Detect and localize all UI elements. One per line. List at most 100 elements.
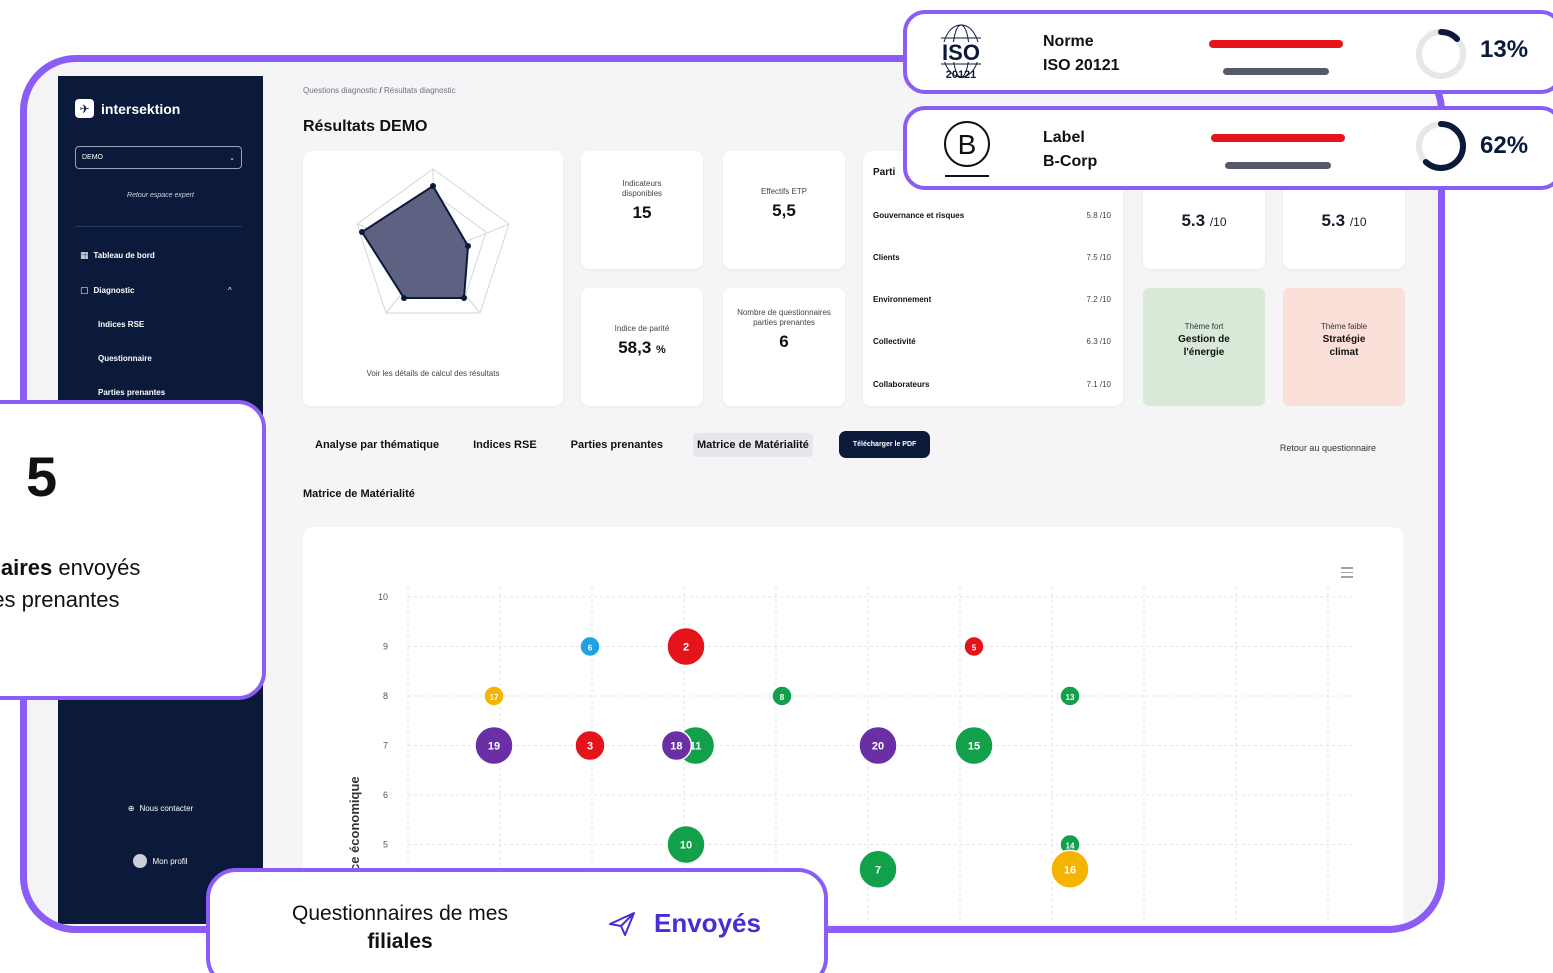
y-tick-label: 8	[383, 691, 388, 701]
certification-label: Norme ISO 20121	[1043, 30, 1120, 78]
materiality-matrix-card: 5 6 7 8 9 10 6 2 5 17 8 13 19 3 11 18 20 15 10 14 7 16 ce éc…	[303, 527, 1403, 924]
diagnostic-icon: ▢	[80, 285, 89, 295]
matrix-point[interactable]: 7	[858, 849, 898, 889]
contact-label: Nous contacter	[139, 804, 194, 813]
matrix-point[interactable]: 20	[858, 725, 898, 766]
breadcrumb-current: Résultats diagnostic	[383, 86, 456, 95]
point-label: 5	[972, 644, 977, 653]
brand-logo[interactable]: ✈ intersektion	[75, 99, 180, 118]
iso-logo-sub: 20121	[946, 69, 977, 81]
menu-icon[interactable]	[1341, 567, 1353, 581]
radar-shape	[360, 184, 470, 299]
tab-indices[interactable]: Indices RSE	[469, 433, 541, 457]
score-name: Collaborateurs	[873, 380, 930, 389]
materiality-chart: 5678910 6 2 517 8 1319 3 1118 20 1510 147 16	[378, 587, 1353, 924]
iso-logo-text: ISO	[942, 40, 980, 65]
sidebar-item-label: Tableau de bord	[93, 251, 155, 260]
tab-bar: Analyse par thématique Indices RSE Parti…	[311, 431, 931, 458]
score-value: 5.3 /10	[1283, 211, 1405, 231]
chevron-up-icon[interactable]: ^	[228, 286, 232, 295]
filiales-callout: Questionnaires de mes filiales Envoyés	[206, 868, 828, 973]
matrix-point[interactable]: 15	[954, 725, 994, 766]
progress-percent: 13%	[1480, 36, 1529, 63]
globe-icon: ⊕	[127, 804, 135, 813]
profile-link[interactable]: Mon profil	[58, 854, 263, 868]
sidebar-item-questionnaire[interactable]: Questionnaire	[98, 354, 152, 363]
point-label: 15	[968, 741, 980, 753]
point-label: 16	[1064, 864, 1076, 876]
breadcrumb-separator: /	[379, 86, 382, 95]
matrix-point[interactable]: 5	[963, 635, 985, 658]
progress-ring	[1416, 29, 1466, 79]
bcorp-logo-text: B	[958, 129, 977, 160]
score-row: Clients 7.5 /10	[873, 253, 1111, 262]
score-name: Environnement	[873, 295, 932, 304]
sidebar-item-indices[interactable]: Indices RSE	[98, 320, 144, 329]
score-name: Collectivité	[873, 337, 916, 346]
matrix-point[interactable]: 2	[666, 626, 706, 667]
kpi-value: 6	[779, 332, 789, 351]
breadcrumb-link[interactable]: Questions diagnostic	[303, 86, 377, 95]
kpi-parite: Indice de parité 58,3 %	[581, 288, 703, 406]
tab-analyse[interactable]: Analyse par thématique	[311, 433, 443, 457]
theme-label: Thème faible	[1320, 322, 1368, 331]
tab-matrice[interactable]: Matrice de Matérialité	[693, 432, 813, 457]
iso-logo-icon: ISO 20121	[937, 24, 985, 81]
score-name: Gouvernance et risques	[873, 211, 965, 220]
matrix-point[interactable]: 17	[483, 685, 505, 707]
sidebar-item-diagnostic[interactable]: ▢ Diagnostic	[80, 285, 134, 296]
score-number: 5.3	[1181, 211, 1206, 230]
sidebar-item-parties[interactable]: Parties prenantes	[98, 388, 165, 397]
y-tick-label: 7	[383, 741, 388, 751]
marketing-composite: ✈ intersektion DEMO ⌄ Retour espace expe…	[0, 0, 1553, 973]
matrix-point[interactable]: 10	[666, 824, 706, 865]
matrix-point[interactable]: 6	[579, 635, 601, 658]
brand-name: intersektion	[101, 100, 181, 117]
matrix-point[interactable]: 18	[660, 729, 693, 762]
sidebar-divider	[75, 226, 242, 227]
score-value: 7.1 /10	[1086, 380, 1111, 389]
score-row: Gouvernance et risques 5.8 /10	[873, 211, 1111, 220]
matrix-point[interactable]: 16	[1050, 849, 1090, 889]
chevron-down-icon: ⌄	[229, 154, 235, 162]
matrix-point[interactable]: 3	[574, 729, 606, 762]
back-expert-link[interactable]: Retour espace expert	[58, 192, 263, 199]
score-name: Clients	[873, 253, 900, 262]
page-title: Résultats DEMO	[303, 118, 428, 135]
red-progress-bar	[1209, 40, 1343, 48]
score-unit: /10	[1349, 215, 1367, 229]
download-pdf-button[interactable]: Télécharger le PDF	[838, 431, 931, 458]
matrix-point[interactable]: 8	[771, 685, 793, 707]
point-label: 7	[875, 864, 881, 876]
parties-card-title: Parti	[873, 167, 896, 178]
y-tick-label: 10	[378, 592, 388, 602]
score-row: Collectivité 6.3 /10	[873, 337, 1111, 346]
theme-label: Thème fort	[1184, 322, 1224, 331]
point-label: 17	[490, 693, 499, 702]
score-value: 7.5 /10	[1086, 253, 1111, 262]
matrix-point[interactable]: 13	[1059, 685, 1081, 707]
contact-link[interactable]: ⊕ Nous contacter	[58, 804, 263, 813]
dashboard-icon: ▦	[80, 250, 89, 260]
radar-details-link[interactable]: Voir les détails de calcul des résultats	[303, 369, 563, 378]
sidebar-item-label: Diagnostic	[93, 286, 135, 295]
bcorp-certification-card: B Label B-Corp 62%	[903, 106, 1553, 190]
company-select[interactable]: DEMO ⌄	[75, 146, 242, 169]
y-axis-label: ce économique	[347, 776, 362, 871]
sidebar-item-dashboard[interactable]: ▦ Tableau de bord	[80, 250, 155, 261]
point-label: 10	[680, 840, 692, 852]
radar-chart	[356, 168, 510, 314]
point-label: 2	[683, 642, 689, 654]
questionnaire-count: 5	[26, 445, 58, 508]
questionnaires-callout: 5 nnaires envoyés rties prenantes	[0, 400, 266, 700]
score-value: 6.3 /10	[1086, 337, 1111, 346]
filiales-line2: filiales	[367, 930, 433, 954]
point-label: 13	[1066, 693, 1075, 702]
kpi-indicators: Indicateurs disponibles 15	[581, 151, 703, 269]
tab-parties[interactable]: Parties prenantes	[567, 433, 667, 457]
avatar	[133, 854, 148, 868]
back-questionnaire-link[interactable]: Retour au questionnaire	[1280, 443, 1376, 453]
y-tick-label: 5	[383, 840, 388, 850]
y-tick-label: 9	[383, 642, 388, 652]
matrix-point[interactable]: 19	[474, 725, 514, 766]
